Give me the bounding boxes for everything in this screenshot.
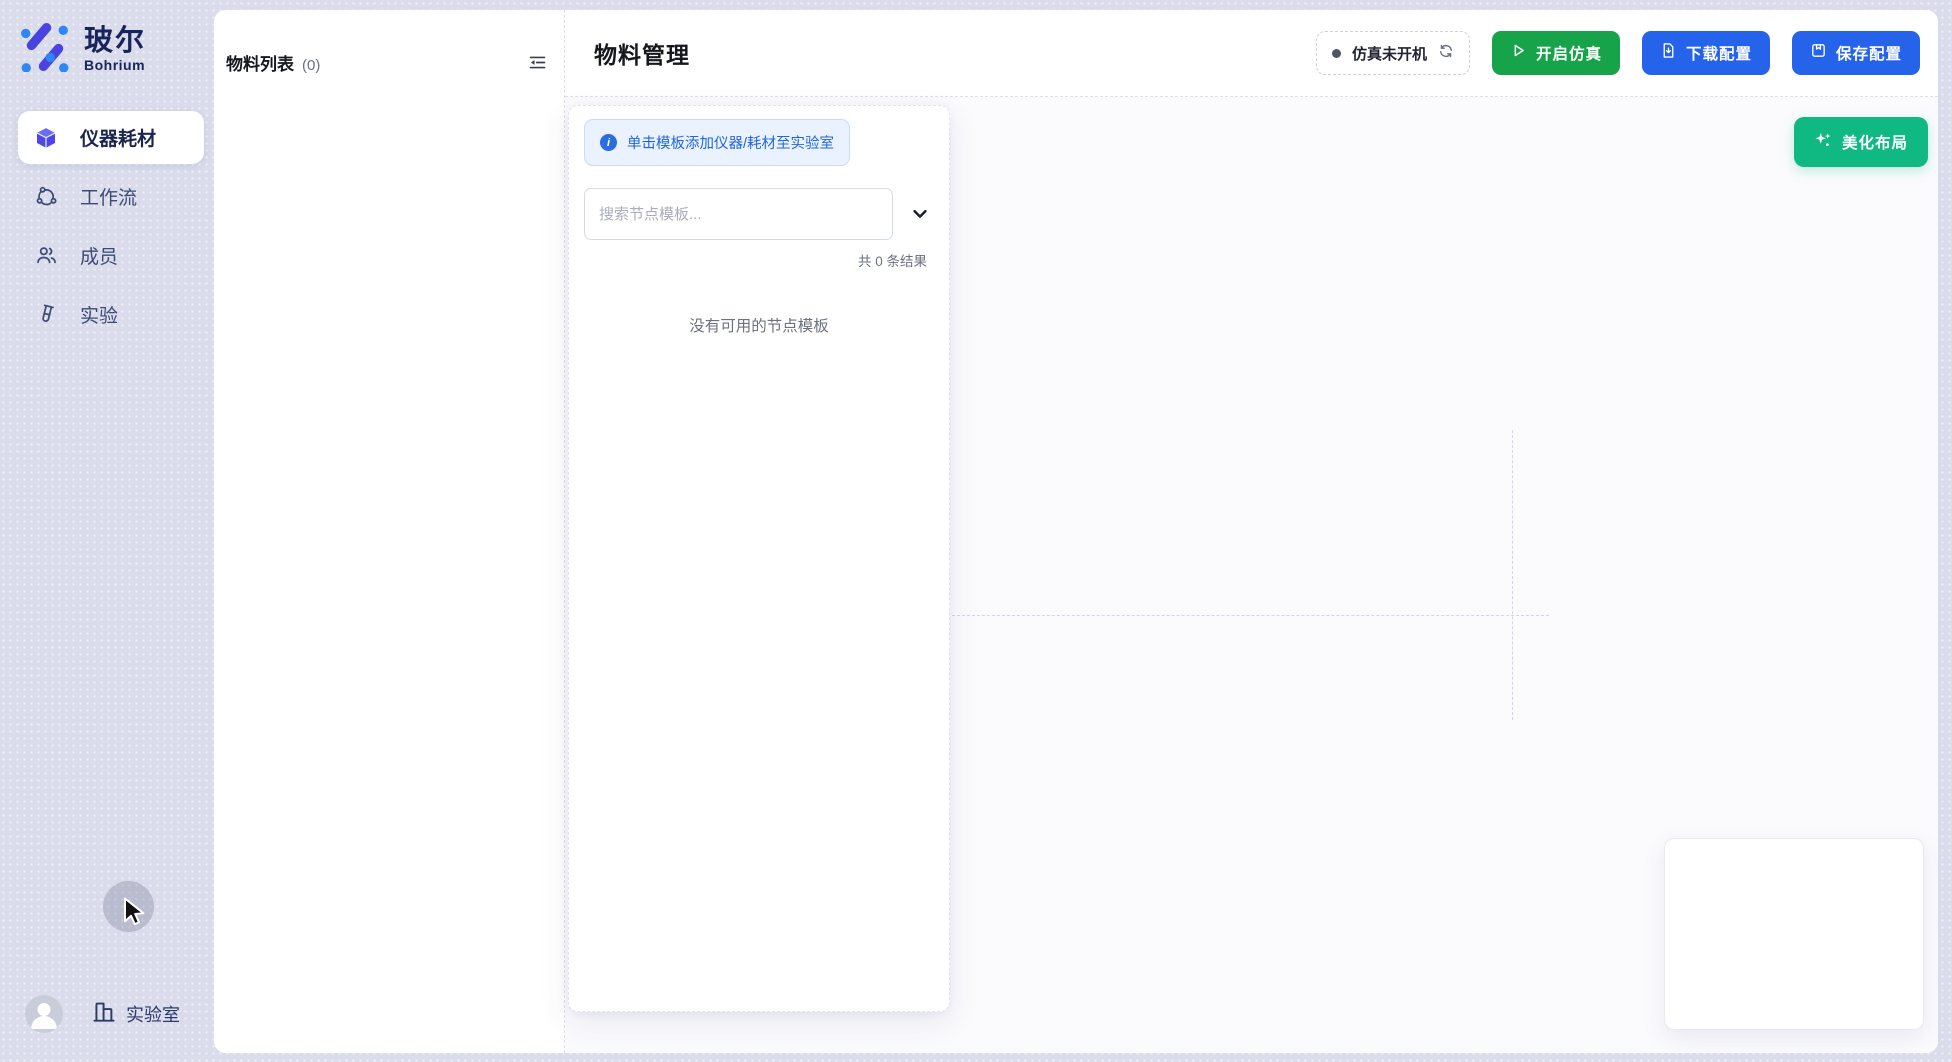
beautify-layout-label: 美化布局 <box>1842 131 1908 153</box>
main-content-card: 物料列表 (0) 物料管理 仿真未开机 <box>214 10 1938 1053</box>
sidebar-item-workflow[interactable]: 工作流 <box>18 170 204 223</box>
page-title: 物料管理 <box>594 36 690 70</box>
bohrium-logo-icon <box>20 22 70 77</box>
template-search-row <box>584 188 934 240</box>
chevron-down-icon[interactable] <box>909 203 931 225</box>
status-dot <box>1332 49 1341 58</box>
node-template-panel: i 单击模板添加仪器/耗材至实验室 共 0 条结果 没有可用的节点模板 <box>568 105 950 1012</box>
play-icon <box>1510 42 1527 64</box>
lab-entry[interactable]: 实验室 <box>91 999 180 1030</box>
brand-name-en: Bohrium <box>84 57 146 73</box>
cube-icon <box>34 126 58 150</box>
material-list-title: 物料列表 <box>226 50 294 75</box>
page-header: 物料管理 仿真未开机 <box>565 10 1938 97</box>
save-config-button[interactable]: 保存配置 <box>1792 31 1920 75</box>
sidebar-item-label: 实验 <box>80 301 118 328</box>
refresh-icon[interactable] <box>1438 43 1454 63</box>
empty-templates-message: 没有可用的节点模板 <box>584 314 934 336</box>
info-icon: i <box>600 134 617 151</box>
template-search-input[interactable] <box>584 188 893 240</box>
sidebar: 玻尔 Bohrium 仪器耗材 <box>0 0 214 1062</box>
template-hint-banner: i 单击模板添加仪器/耗材至实验室 <box>584 119 850 166</box>
sidebar-item-instruments[interactable]: 仪器耗材 <box>18 111 204 164</box>
sidebar-nav: 仪器耗材 工作流 成员 <box>18 111 204 341</box>
results-count: 共 0 条结果 <box>584 250 934 270</box>
user-avatar[interactable] <box>25 995 63 1033</box>
members-icon <box>34 244 58 268</box>
sparkles-icon <box>1814 131 1832 154</box>
brand-name-cn: 玻尔 <box>84 26 146 58</box>
simulation-status-pill[interactable]: 仿真未开机 <box>1316 31 1470 75</box>
download-config-label: 下载配置 <box>1686 42 1752 64</box>
lab-entry-label: 实验室 <box>126 1001 180 1027</box>
material-list-count: (0) <box>302 57 320 74</box>
brand-logo[interactable]: 玻尔 Bohrium <box>18 22 204 77</box>
canvas-minimap[interactable] <box>1664 838 1924 1030</box>
test-tube-icon <box>34 303 58 327</box>
save-config-label: 保存配置 <box>1836 42 1902 64</box>
collapse-list-icon[interactable] <box>526 52 548 74</box>
sidebar-footer: 实验室 <box>25 995 180 1033</box>
template-hint-text: 单击模板添加仪器/耗材至实验室 <box>627 132 834 153</box>
canvas-guide-vertical <box>1512 430 1513 720</box>
save-icon <box>1810 42 1827 64</box>
download-config-button[interactable]: 下载配置 <box>1642 31 1770 75</box>
sidebar-item-label: 工作流 <box>80 183 137 210</box>
start-simulation-button[interactable]: 开启仿真 <box>1492 31 1620 75</box>
header-actions: 仿真未开机 <box>1316 31 1920 75</box>
beautify-layout-button[interactable]: 美化布局 <box>1794 117 1928 167</box>
material-list-panel: 物料列表 (0) <box>214 10 565 1053</box>
main-area: 物料管理 仿真未开机 <box>565 10 1938 1053</box>
building-icon <box>91 999 117 1030</box>
download-file-icon <box>1660 42 1677 64</box>
canvas-guide-horizontal <box>952 615 1549 616</box>
material-list-header: 物料列表 (0) <box>214 10 564 75</box>
sidebar-item-members[interactable]: 成员 <box>18 229 204 282</box>
workflow-icon <box>34 185 58 209</box>
sidebar-item-label: 仪器耗材 <box>80 124 156 151</box>
sidebar-item-label: 成员 <box>80 242 118 269</box>
sidebar-item-experiments[interactable]: 实验 <box>18 288 204 341</box>
flow-canvas[interactable]: i 单击模板添加仪器/耗材至实验室 共 0 条结果 没有可用的节点模板 <box>565 97 1938 1053</box>
start-simulation-label: 开启仿真 <box>1536 42 1602 64</box>
simulation-status-label: 仿真未开机 <box>1352 43 1427 64</box>
